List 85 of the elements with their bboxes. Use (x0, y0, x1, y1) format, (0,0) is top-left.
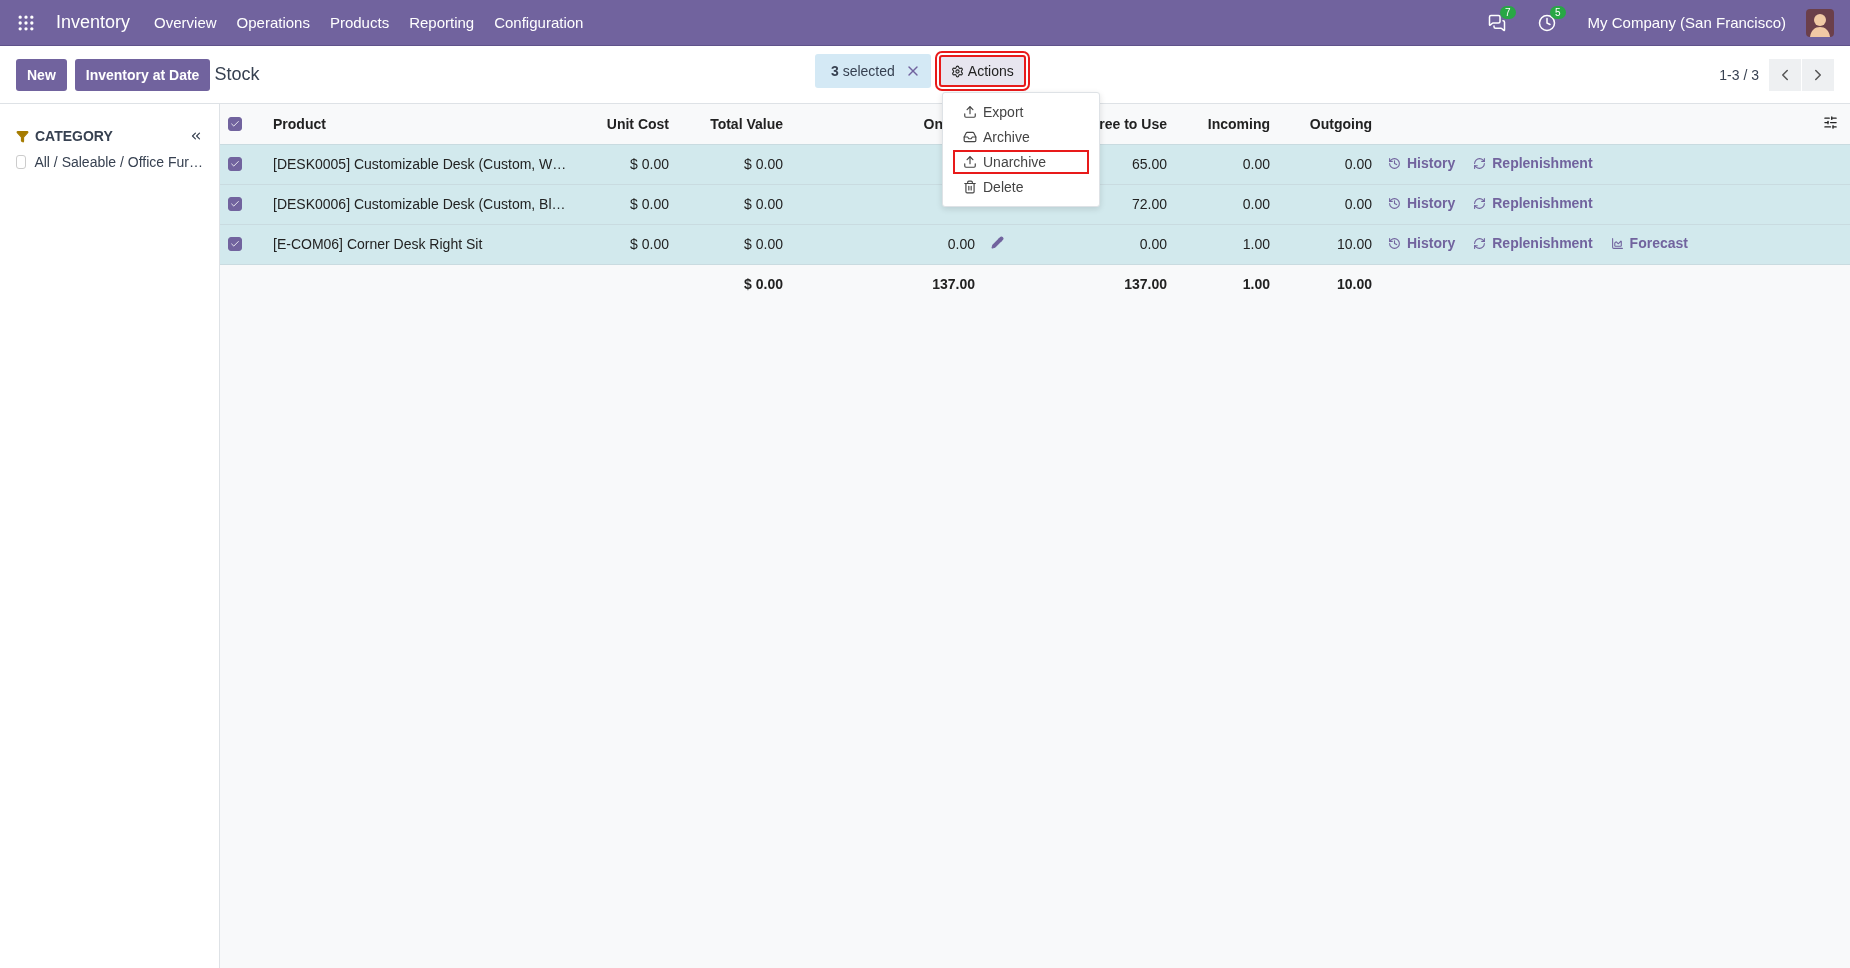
new-button[interactable]: New (16, 58, 67, 91)
row-action-link[interactable]: History (1388, 235, 1456, 252)
category-item[interactable]: All / Saleable / Office Fur… (34, 154, 203, 170)
history-icon (1388, 156, 1401, 170)
gear-icon (950, 64, 964, 78)
outgoing-sum: 10.00 (1336, 276, 1372, 293)
outgoing-cell: 0.00 (1344, 196, 1372, 212)
messages-icon[interactable] (1487, 13, 1506, 32)
row-action-link[interactable]: Replenishment (1473, 195, 1593, 212)
column-header[interactable]: Outgoing (1309, 115, 1372, 132)
checkbox[interactable] (16, 155, 27, 169)
column-settings-icon[interactable] (1823, 114, 1838, 130)
total-value-sum: $ 0.00 (744, 276, 783, 293)
nav-menu-item[interactable]: Configuration (494, 14, 584, 31)
check-icon (230, 199, 240, 209)
selection-count: 3 selected (831, 63, 895, 79)
row-action-link[interactable]: History (1388, 155, 1456, 172)
pager-value: 1-3 / 3 (1719, 66, 1759, 83)
activity-icon[interactable] (1537, 13, 1556, 32)
column-header[interactable]: Unit Cost (606, 115, 669, 132)
menu-item[interactable]: Unarchive (953, 150, 1089, 174)
upload-icon (963, 105, 977, 119)
history-icon (1388, 196, 1401, 210)
company-switcher[interactable]: My Company (San Francisco) (1587, 14, 1786, 31)
column-header[interactable]: On (923, 115, 943, 132)
incoming-cell: 0.00 (1242, 156, 1270, 172)
free-to-use-cell: 72.00 (1131, 196, 1167, 212)
nav-menu-item[interactable]: Reporting (409, 14, 475, 31)
refresh-icon (1473, 236, 1487, 250)
unit-cost-cell: $ 0.00 (630, 196, 669, 212)
menu-item[interactable]: Export (953, 100, 1089, 124)
column-header[interactable]: ree to Use (1099, 115, 1167, 132)
product-cell: [DESK0005] Customizable Desk (Custom, W… (273, 156, 567, 172)
column-header[interactable]: Product (273, 115, 326, 132)
edit-icon[interactable] (991, 236, 1004, 249)
total-value-cell: $ 0.00 (744, 156, 783, 172)
unit-cost-cell: $ 0.00 (630, 236, 669, 252)
row-action-link[interactable]: Replenishment (1473, 235, 1593, 252)
check-icon (230, 239, 240, 249)
row-action-link[interactable]: Replenishment (1473, 155, 1593, 172)
nav-menu-item[interactable]: Overview (154, 14, 217, 31)
refresh-icon (1473, 156, 1487, 170)
check-icon (230, 159, 240, 169)
outgoing-cell: 10.00 (1336, 236, 1372, 252)
incoming-cell: 0.00 (1242, 196, 1270, 212)
nav-menu-item[interactable]: Operations (236, 14, 310, 31)
incoming-sum: 1.00 (1242, 276, 1270, 293)
total-value-cell: $ 0.00 (744, 196, 783, 212)
product-cell: [DESK0006] Customizable Desk (Custom, Bl… (273, 196, 566, 212)
free-to-use-cell: 65.00 (1131, 156, 1167, 172)
row-checkbox[interactable] (228, 157, 242, 171)
category-heading: CATEGORY (35, 128, 113, 144)
free-to-use-cell: 0.00 (1139, 236, 1167, 252)
row-action-link[interactable]: History (1388, 195, 1456, 212)
row-action-link[interactable]: Forecast (1610, 235, 1688, 252)
area-chart-icon (1610, 236, 1624, 250)
column-header[interactable]: Total Value (710, 115, 783, 132)
product-cell: [E-COM06] Corner Desk Right Sit (273, 236, 483, 252)
unit-cost-cell: $ 0.00 (630, 156, 669, 172)
filter-icon (16, 129, 29, 143)
collapse-icon[interactable] (189, 129, 203, 143)
free-to-use-sum: 137.00 (1124, 276, 1167, 293)
refresh-icon (1473, 196, 1487, 210)
nav-menu-item[interactable]: Products (329, 14, 390, 31)
notification-badge: 5 (1550, 5, 1566, 19)
inventory-at-date-button[interactable]: Inventory at Date (74, 58, 211, 91)
history-icon (1388, 236, 1401, 250)
outgoing-cell: 0.00 (1344, 156, 1372, 172)
upload-icon (963, 155, 977, 169)
row-checkbox[interactable] (228, 197, 242, 211)
row-checkbox[interactable] (228, 237, 242, 251)
app-name[interactable]: Inventory (56, 12, 131, 33)
inbox-icon (963, 130, 977, 144)
user-avatar[interactable] (1806, 8, 1834, 37)
table-row[interactable]: [E-COM06] Corner Desk Right Sit $ 0.00 $ 0.00 0.00 0.00 1.00 10.00 History Replenishment Forecast (220, 224, 1850, 264)
incoming-cell: 1.00 (1242, 236, 1270, 252)
notification-badge: 7 (1500, 5, 1516, 19)
on-hand-cell: 0.00 (947, 236, 975, 252)
select-all-checkbox[interactable] (228, 116, 242, 131)
column-header[interactable]: Incoming (1207, 115, 1270, 132)
check-icon (230, 118, 240, 129)
breadcrumb-title: Stock (214, 64, 260, 85)
on-hand-sum: 137.00 (932, 276, 975, 293)
trash-icon (963, 180, 977, 194)
total-value-cell: $ 0.00 (744, 236, 783, 252)
